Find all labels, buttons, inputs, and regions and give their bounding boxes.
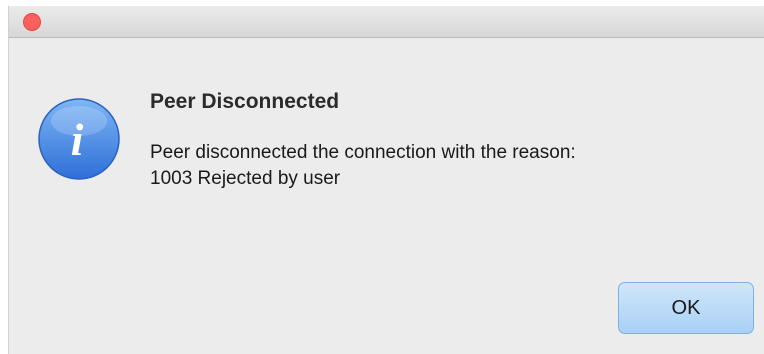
info-icon: i <box>38 98 120 180</box>
dialog-message: Peer disconnected the connection with th… <box>150 142 576 189</box>
close-window-button[interactable] <box>23 13 41 31</box>
ok-button[interactable]: OK <box>618 282 754 334</box>
dialog-title: Peer Disconnected <box>150 90 340 113</box>
dialog-window: i Peer Disconnected Peer disconnected th… <box>8 6 764 354</box>
title-bar <box>9 6 764 38</box>
dialog-content: i Peer Disconnected Peer disconnected th… <box>9 38 764 354</box>
info-icon-glyph: i <box>71 114 84 165</box>
